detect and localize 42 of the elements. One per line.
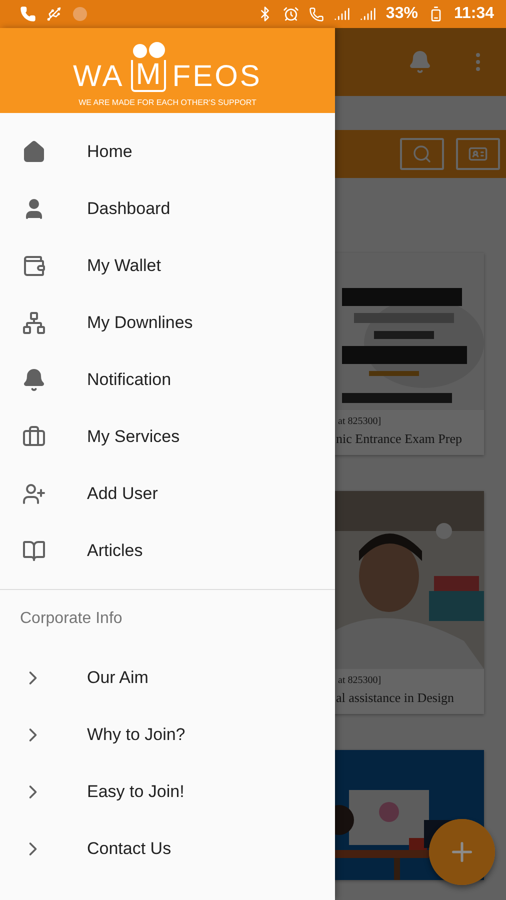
logo-mark: M (130, 60, 166, 92)
logo-text: FEOS (172, 62, 262, 92)
logo-tagline: WE ARE MADE FOR EACH OTHER'S SUPPORT (78, 98, 256, 107)
menu-item[interactable]: Our Aim (0, 649, 335, 706)
menu-item[interactable]: Dashboard (0, 180, 335, 237)
section-title: Corporate Info (19, 609, 124, 629)
menu-item[interactable]: My Wallet (0, 237, 335, 294)
bell-icon (22, 368, 46, 392)
menu-item[interactable]: Easy to Join! (0, 763, 335, 820)
book-icon (22, 538, 46, 562)
home-icon (22, 140, 46, 164)
post-caption: at 825300] (337, 415, 382, 427)
menu-item[interactable]: Notification (0, 351, 335, 408)
menu-item[interactable]: Home (0, 123, 335, 180)
menu-item[interactable]: Articles (0, 522, 335, 579)
notification-icon[interactable] (408, 50, 432, 74)
add-button[interactable] (429, 819, 495, 885)
card-button[interactable] (456, 138, 500, 170)
logo-text: WA (73, 62, 124, 92)
post-caption: at 825300] (337, 674, 382, 686)
alarm-icon (282, 6, 299, 22)
briefcase-icon (22, 424, 46, 448)
search-button[interactable] (400, 138, 444, 170)
notification-dot-icon (72, 6, 88, 22)
network-icon (22, 310, 46, 334)
post-title: al assistance in Design (335, 689, 456, 707)
menu-item[interactable]: Contact Us (0, 820, 335, 877)
phone-icon (20, 6, 36, 22)
battery-percent: 33% (386, 5, 418, 23)
signal-icon (360, 6, 376, 22)
menu-item[interactable]: My Downlines (0, 294, 335, 351)
add-user-icon (22, 482, 46, 506)
signal-icon (334, 6, 350, 22)
post-title: nic Entrance Exam Prep (335, 430, 463, 448)
menu-item[interactable]: My Services (0, 408, 335, 465)
wallet-icon (22, 254, 46, 278)
menu-item[interactable]: Why to Join? (0, 706, 335, 763)
menu-item[interactable]: Add User (0, 465, 335, 522)
clock-time: 11:34 (454, 5, 494, 23)
call-icon (308, 6, 324, 22)
usb-icon (46, 6, 62, 22)
search-icon (412, 144, 432, 164)
